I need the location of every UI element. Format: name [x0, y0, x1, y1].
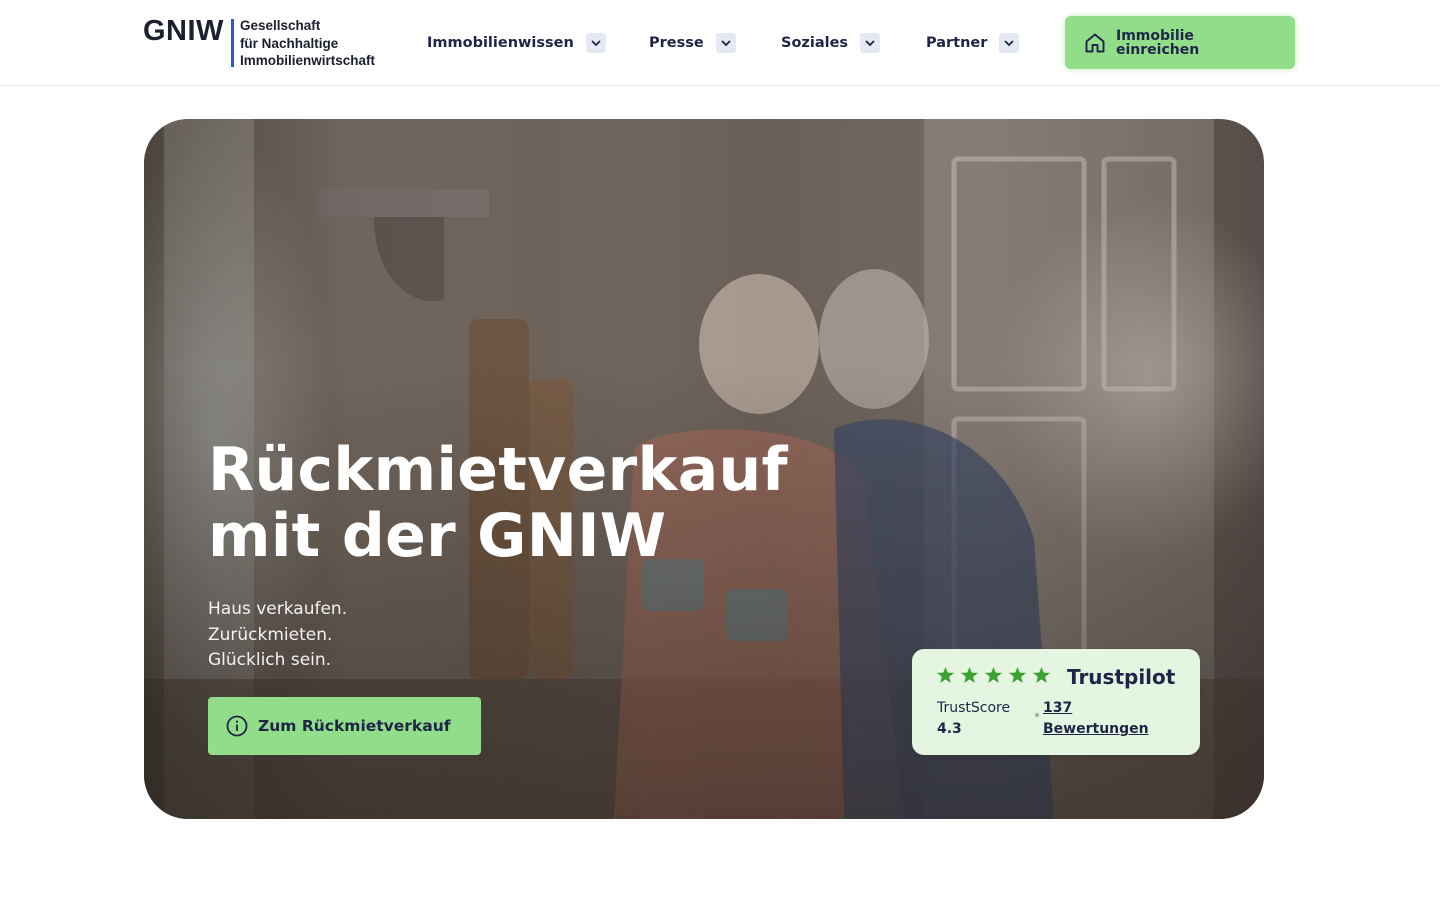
star-icon [936, 666, 955, 683]
chevron-down-icon[interactable] [585, 33, 606, 53]
hero-title-line: Rückmietverkauf [208, 435, 788, 505]
nav-immobilienwissen[interactable]: Immobilienwissen [427, 31, 606, 55]
logo-line: Gesellschaft [239, 18, 321, 33]
nav-label: Soziales [781, 35, 849, 51]
logo-line: für Nachhaltige [239, 35, 339, 51]
reviews-link[interactable]: 137 Bewertungen [1043, 698, 1149, 740]
rueckmietverkauf-button[interactable]: Zum Rückmietverkauf [208, 697, 481, 755]
hero-title: Rückmietverkauf mit der GNIW [208, 437, 848, 569]
hero-banner: Rückmietverkauf mit der GNIW Haus verkau… [144, 119, 1264, 819]
chevron-down-icon[interactable] [860, 33, 881, 53]
trustscore-label: TrustScore [937, 700, 1011, 716]
submit-property-button[interactable]: Immobilie einreichen [1065, 16, 1295, 69]
logo-text: Gesellschaft für Nachhaltige Immobilienw… [240, 17, 375, 70]
nav-label: Presse [649, 35, 704, 51]
hero-subtitle-line: Haus verkaufen. [208, 599, 348, 619]
info-icon [226, 715, 248, 737]
site-header: GNIW Gesellschaft für Nachhaltige Immobi… [0, 0, 1440, 86]
rueckmietverkauf-label: Zum Rückmietverkauf [258, 717, 451, 735]
separator-dot [1035, 713, 1039, 717]
trustscore: TrustScore 4.3 [937, 698, 1010, 740]
nav-presse[interactable]: Presse [649, 31, 736, 55]
label-line: Immobilie [1116, 27, 1194, 44]
star-icon [960, 666, 979, 683]
trustpilot-widget[interactable]: Trustpilot TrustScore 4.3 137 Bewertunge… [912, 649, 1200, 755]
star-icon [984, 666, 1003, 683]
logo-line: Immobilienwirtschaft [239, 53, 375, 68]
hero-subtitle-line: Glücklich sein. [208, 650, 332, 670]
star-icon [1008, 666, 1027, 683]
logo-divider [230, 19, 234, 67]
chevron-down-icon[interactable] [715, 33, 736, 53]
star-icon [1032, 666, 1051, 683]
label-line: einreichen [1116, 41, 1200, 58]
home-icon [1083, 31, 1107, 55]
chevron-down-icon[interactable] [999, 33, 1020, 53]
nav-label: Immobilienwissen [427, 35, 574, 51]
nav-partner[interactable]: Partner [926, 31, 1020, 55]
logo-mark: GNIW [143, 15, 224, 47]
hero-subtitle-line: Zurückmieten. [208, 624, 333, 645]
nav-label: Partner [926, 35, 988, 51]
hero-subtitle: Haus verkaufen. Zurückmieten. Glücklich … [208, 597, 347, 674]
trustpilot-stars [936, 666, 1051, 684]
trustscore-value: 4.3 [937, 721, 962, 737]
trustpilot-brand: Trustpilot [1067, 665, 1176, 689]
hero-title-line: mit der GNIW [208, 501, 667, 571]
nav-soziales[interactable]: Soziales [781, 31, 881, 55]
submit-property-label: Immobilie einreichen [1116, 29, 1226, 57]
reviews-count: 137 [1043, 700, 1073, 716]
gniw-logo[interactable]: GNIW Gesellschaft für Nachhaltige Immobi… [143, 15, 375, 69]
reviews-label: Bewertungen [1043, 721, 1149, 737]
